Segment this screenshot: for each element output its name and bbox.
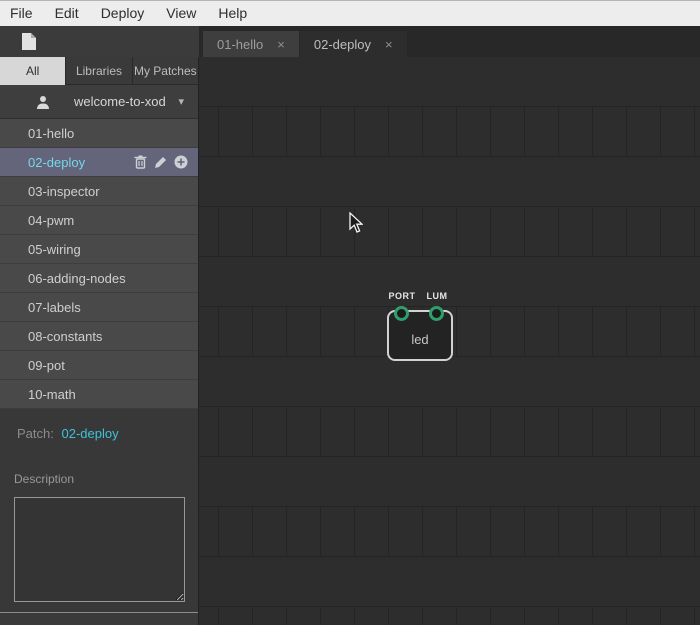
main-area: All Libraries My Patches welcome-to-xod … [0, 57, 700, 625]
close-icon[interactable]: × [277, 38, 285, 51]
patch-item-05-wiring[interactable]: 05-wiring [0, 235, 198, 264]
patch-info-label: Patch: [17, 426, 54, 441]
node-label: led [411, 332, 428, 347]
filter-tabs: All Libraries My Patches [0, 57, 198, 85]
patch-item-03-inspector[interactable]: 03-inspector [0, 177, 198, 206]
project-row[interactable]: welcome-to-xod ▾ [0, 85, 198, 119]
patch-item-label: 02-deploy [28, 155, 85, 170]
patch-info-panel: Patch: 02-deploy Description [0, 409, 198, 612]
pin-port[interactable] [394, 306, 409, 321]
patch-item-10-math[interactable]: 10-math [0, 380, 198, 409]
filter-tab-all[interactable]: All [0, 57, 66, 85]
rename-patch-icon[interactable] [154, 156, 167, 169]
patch-list: 01-hello 02-deploy [0, 119, 198, 409]
patch-item-02-deploy[interactable]: 02-deploy [0, 148, 198, 177]
filter-tab-my-patches[interactable]: My Patches [133, 57, 198, 85]
tab-02-deploy[interactable]: 02-deploy × [300, 31, 407, 57]
menu-view[interactable]: View [155, 1, 207, 26]
patch-canvas[interactable]: PORT LUM led [199, 57, 700, 625]
patch-item-07-labels[interactable]: 07-labels [0, 293, 198, 322]
new-document-icon[interactable] [21, 32, 37, 51]
menu-help[interactable]: Help [207, 1, 258, 26]
patch-item-09-pot[interactable]: 09-pot [0, 351, 198, 380]
tab-label: 02-deploy [314, 37, 371, 52]
pin-label-lum: LUM [417, 291, 457, 301]
user-icon [36, 95, 50, 109]
patch-item-04-pwm[interactable]: 04-pwm [0, 206, 198, 235]
filter-tab-libraries[interactable]: Libraries [66, 57, 132, 85]
menu-edit[interactable]: Edit [44, 1, 90, 26]
patch-actions [134, 148, 188, 176]
menubar: File Edit Deploy View Help [0, 0, 700, 26]
pin-lum[interactable] [429, 306, 444, 321]
patch-item-06-adding-nodes[interactable]: 06-adding-nodes [0, 264, 198, 293]
add-patch-icon[interactable] [174, 155, 188, 169]
editor-tabstrip: 01-hello × 02-deploy × [199, 26, 700, 57]
mouse-cursor [349, 212, 363, 234]
tab-label: 01-hello [217, 37, 263, 52]
patch-info-value: 02-deploy [61, 426, 118, 441]
description-label: Description [14, 472, 198, 486]
description-textarea[interactable] [14, 497, 185, 602]
close-icon[interactable]: × [385, 38, 393, 51]
delete-patch-icon[interactable] [134, 155, 147, 169]
project-name: welcome-to-xod [74, 94, 166, 109]
pin-label-port: PORT [382, 291, 422, 301]
sidebar-bottom-strip [0, 613, 198, 625]
menu-file[interactable]: File [10, 1, 44, 26]
tab-01-hello[interactable]: 01-hello × [203, 31, 299, 57]
top-strip: 01-hello × 02-deploy × [0, 26, 700, 57]
toolbar [0, 26, 199, 57]
menu-deploy[interactable]: Deploy [90, 1, 156, 26]
xod-ide-window: File Edit Deploy View Help 01-hello × 02… [0, 0, 700, 625]
patch-item-01-hello[interactable]: 01-hello [0, 119, 198, 148]
chevron-down-icon[interactable]: ▾ [178, 95, 184, 108]
patch-item-08-constants[interactable]: 08-constants [0, 322, 198, 351]
project-browser-sidebar: All Libraries My Patches welcome-to-xod … [0, 57, 199, 625]
